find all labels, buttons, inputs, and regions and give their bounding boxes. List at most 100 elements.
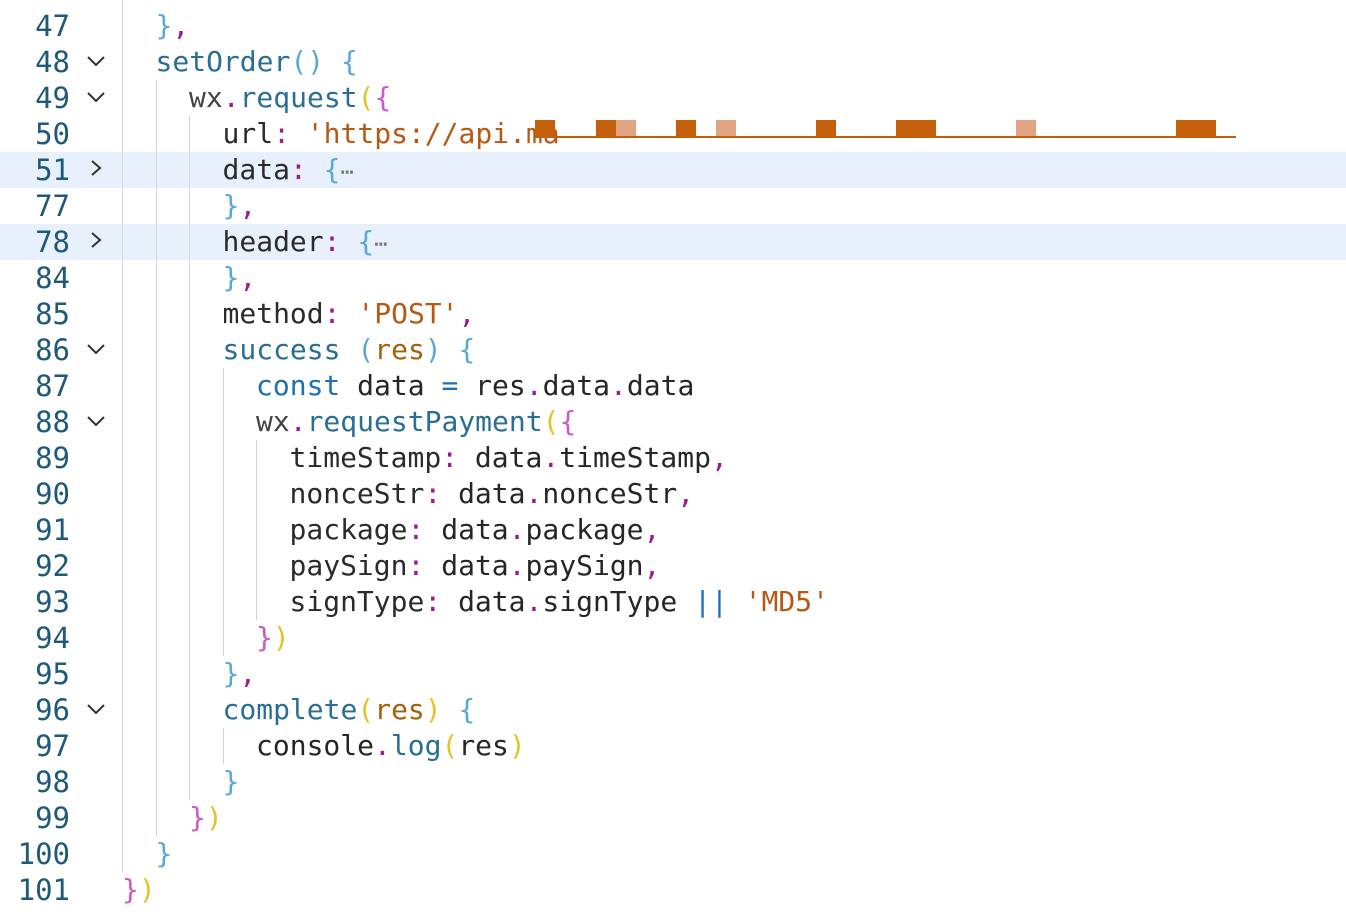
line-number: 95 xyxy=(35,657,70,691)
code-token: ) xyxy=(205,801,223,834)
code-line[interactable]: 50 url: 'https://api.ma xyxy=(0,116,1346,152)
code-token: package xyxy=(525,513,644,546)
code-line[interactable]: 89 timeStamp: data.timeStamp, xyxy=(0,440,1346,476)
code-line[interactable]: 101}) xyxy=(0,872,1346,908)
code-line[interactable]: 78 header: {⋯ xyxy=(0,224,1346,260)
code-line[interactable]: 92 paySign: data.paySign, xyxy=(0,548,1346,584)
code-token: } xyxy=(222,657,240,690)
code-token: data xyxy=(441,585,526,618)
code-token: { xyxy=(458,693,476,726)
code-line[interactable]: 94}) xyxy=(0,620,1346,656)
code-text: header: {⋯ xyxy=(223,224,388,260)
code-line[interactable]: 97 console.log(res) xyxy=(0,728,1346,764)
code-token: requestPayment xyxy=(306,405,543,438)
code-line[interactable]: 85 method: 'POST', xyxy=(0,296,1346,332)
code-line[interactable]: 87 const data = res.data.data xyxy=(0,368,1346,404)
code-token: complete xyxy=(222,693,358,726)
code-line[interactable]: 88 wx.requestPayment({ xyxy=(0,404,1346,440)
code-token: } xyxy=(222,765,240,798)
code-token: . xyxy=(525,585,543,618)
code-token: } xyxy=(155,9,173,42)
code-line[interactable]: 49 wx.request({ xyxy=(0,80,1346,116)
code-line[interactable]: 48 setOrder() { xyxy=(0,44,1346,80)
line-number: 94 xyxy=(35,621,70,655)
code-token: const xyxy=(256,369,341,402)
code-token: wx xyxy=(189,81,223,114)
indent-guide xyxy=(122,0,123,872)
chevron-down-icon[interactable] xyxy=(82,410,110,434)
code-line[interactable]: 86 success (res) { xyxy=(0,332,1346,368)
code-token: . xyxy=(508,513,526,546)
code-text: }, xyxy=(223,656,257,692)
chevron-down-icon[interactable] xyxy=(82,338,110,362)
code-token: success xyxy=(222,333,341,366)
code-token: paySign xyxy=(289,549,408,582)
code-token: request xyxy=(239,81,358,114)
code-line[interactable]: 51 data: {⋯ xyxy=(0,152,1346,188)
code-token: = xyxy=(441,369,459,402)
code-token: ( xyxy=(441,729,459,762)
chevron-down-icon[interactable] xyxy=(82,86,110,110)
code-line[interactable]: 84}, xyxy=(0,260,1346,296)
code-token: data xyxy=(340,369,442,402)
code-token: () xyxy=(290,45,325,78)
line-number: 88 xyxy=(35,405,70,439)
indent-guide xyxy=(222,368,224,656)
code-token: . xyxy=(542,441,560,474)
code-text: } xyxy=(223,764,240,800)
code-token: ( xyxy=(357,333,375,366)
code-line[interactable]: 77}, xyxy=(0,188,1346,224)
code-editor[interactable]: 47}, 48 setOrder() {49 wx.request({50 url: '… xyxy=(0,0,1346,920)
code-line[interactable]: 96 complete(res) { xyxy=(0,692,1346,728)
code-token: ⋯ xyxy=(374,232,388,257)
code-text: wx.request({ xyxy=(189,80,391,116)
code-line[interactable]: 93 signType: data.signType || 'MD5' xyxy=(0,584,1346,620)
code-text: }) xyxy=(256,620,290,656)
code-token: : xyxy=(424,477,442,510)
code-line[interactable]: 47}, xyxy=(0,8,1346,44)
code-text: success (res) { xyxy=(223,332,476,368)
chevron-down-icon[interactable] xyxy=(82,698,110,722)
code-text: paySign: data.paySign, xyxy=(290,548,661,584)
code-token: . xyxy=(525,477,543,510)
code-text: data: {⋯ xyxy=(223,152,354,188)
code-token: data xyxy=(441,477,526,510)
code-token: ) xyxy=(424,693,442,726)
chevron-right-icon[interactable] xyxy=(82,230,110,254)
code-token: . xyxy=(222,81,240,114)
code-token: { xyxy=(559,405,577,438)
code-line[interactable]: 98} xyxy=(0,764,1346,800)
line-number: 49 xyxy=(35,81,70,115)
chevron-right-icon[interactable] xyxy=(82,158,110,182)
code-line[interactable]: 100} xyxy=(0,836,1346,872)
code-text: package: data.package, xyxy=(290,512,661,548)
code-token: { xyxy=(323,153,341,186)
code-text: timeStamp: data.timeStamp, xyxy=(290,440,728,476)
code-token: } xyxy=(189,801,206,834)
code-line[interactable]: 95}, xyxy=(0,656,1346,692)
code-token: : xyxy=(273,117,290,150)
line-number: 98 xyxy=(35,765,70,799)
code-text: setOrder() { xyxy=(156,44,358,80)
code-line[interactable]: 90 nonceStr: data.nonceStr, xyxy=(0,476,1346,512)
code-line[interactable]: 99}) xyxy=(0,800,1346,836)
code-line[interactable]: 91 package: data.package, xyxy=(0,512,1346,548)
code-token: data xyxy=(222,153,290,186)
line-number: 77 xyxy=(35,189,70,223)
line-number: 89 xyxy=(35,441,70,475)
code-text: nonceStr: data.nonceStr, xyxy=(290,476,695,512)
code-token: , xyxy=(172,9,190,42)
code-token: } xyxy=(222,189,240,222)
code-token: 'MD5' xyxy=(744,585,829,618)
code-token: : xyxy=(289,153,307,186)
code-token: header xyxy=(222,225,324,258)
code-token: res xyxy=(458,369,526,402)
chevron-down-icon[interactable] xyxy=(82,50,110,74)
line-number: 101 xyxy=(17,873,70,907)
code-token: } xyxy=(256,621,273,654)
